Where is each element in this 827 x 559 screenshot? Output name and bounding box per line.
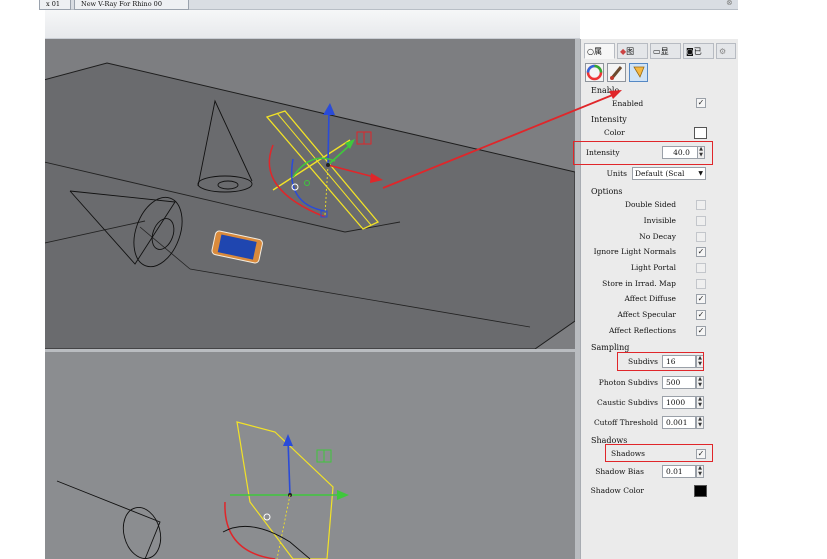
left-margin [0,0,45,559]
material-icon-button[interactable] [585,63,604,82]
subdivs-highlight-box [617,352,704,371]
tab-named[interactable]: ◙已 [683,43,714,59]
tab-settings[interactable]: ⚙ [716,43,736,59]
photon-subdivs-input[interactable]: 500 [662,376,696,389]
scene-top [45,62,575,349]
right-margin [738,0,827,559]
texture-icon-button[interactable] [607,63,626,82]
affect-reflections-checkbox[interactable]: ✓ [696,326,706,336]
light-gizmo-bottom[interactable] [222,421,349,559]
enabled-label: Enabled [612,99,644,108]
perspective-viewport[interactable] [45,39,575,349]
document-tab-strip: x 01 New V-Ray For Rhino 00 ⊗ [39,0,738,10]
enable-group-label: Enable [591,86,620,95]
spot-light-cone-bottom-1[interactable] [56,480,166,559]
option-label-affect-diffuse: Affect Diffuse [624,294,676,303]
properties-circle-icon: ○ [587,47,594,56]
cutoff-threshold-label: Cutoff Threshold [593,418,658,427]
document-tab-2[interactable]: New V-Ray For Rhino 00 [74,0,189,10]
option-label-affect-reflections: Affect Reflections [609,326,676,335]
light-color-swatch[interactable] [694,127,707,139]
secondary-viewport[interactable] [45,352,575,559]
tab-close-icon[interactable]: ⊗ [726,0,733,7]
option-label-ignore-light-normals: Ignore Light Normals [593,247,676,256]
affect-specular-checkbox[interactable]: ✓ [696,310,706,320]
no-decay-checkbox[interactable] [696,232,706,242]
color-label: Color [604,128,625,137]
document-tab-1[interactable]: x 01 [39,0,71,10]
caustic-subdivs-input[interactable]: 1000 [662,396,696,409]
chevron-down-icon: ▼ [698,170,703,177]
color-wheel-icon [586,64,603,81]
enabled-checkbox[interactable]: ✓ [696,98,706,108]
display-icon: ▭ [653,47,661,56]
intensity-highlight-box [573,141,713,165]
option-label-double-sided: Double Sided [625,200,676,209]
caustic-subdivs-spinner[interactable]: ▲ ▼ [696,396,704,409]
store-in-irrad-map-checkbox[interactable] [696,279,706,289]
option-label-no-decay: No Decay [639,232,676,241]
cutoff-threshold-spinner[interactable]: ▲ ▼ [696,416,704,429]
caustic-subdivs-label: Caustic Subdivs [597,398,658,407]
shadow-bias-input[interactable]: 0.01 [662,465,696,478]
units-label: Units [606,169,627,178]
photon-subdivs-spinner[interactable]: ▲ ▼ [696,376,704,389]
gear-icon: ⚙ [719,47,727,56]
shadows-highlight-box [605,444,713,462]
options-group-label: Options [591,187,623,196]
ignore-light-normals-checkbox[interactable]: ✓ [696,247,706,257]
option-label-light-portal: Light Portal [630,263,676,272]
shadow-color-swatch[interactable] [694,485,707,497]
light-portal-checkbox[interactable] [696,263,706,273]
named-view-icon: ◙ [686,47,694,56]
light-icon-button[interactable] [629,63,648,82]
shadow-bias-spinner[interactable]: ▲ ▼ [696,465,704,478]
option-label-affect-specular: Affect Specular [617,310,676,319]
light-properties-panel: ○属 ◆图 ▭显 ◙已 ⚙ Enable Enabled ✓ Intensity… [580,39,738,559]
tab-properties[interactable]: ○属 [584,43,615,59]
shadow-bias-label: Shadow Bias [595,467,644,476]
option-label-store-in-irrad-map: Store in Irrad. Map [602,279,676,288]
tab-display[interactable]: ▭显 [650,43,681,59]
units-dropdown[interactable]: Default (Scal ▼ [632,167,706,180]
toolbar [45,10,580,39]
spotlight-icon [633,66,645,78]
shadow-color-label: Shadow Color [590,486,644,495]
affect-diffuse-checkbox[interactable]: ✓ [696,294,706,304]
cutoff-threshold-input[interactable]: 0.001 [662,416,696,429]
photon-subdivs-label: Photon Subdivs [598,378,658,387]
option-label-invisible: Invisible [643,216,676,225]
invisible-checkbox[interactable] [696,216,706,226]
intensity-group-label: Intensity [591,115,627,124]
tab-layers[interactable]: ◆图 [617,43,648,59]
scene-bottom [56,421,349,559]
double-sided-checkbox[interactable] [696,200,706,210]
brush-icon [610,66,623,80]
